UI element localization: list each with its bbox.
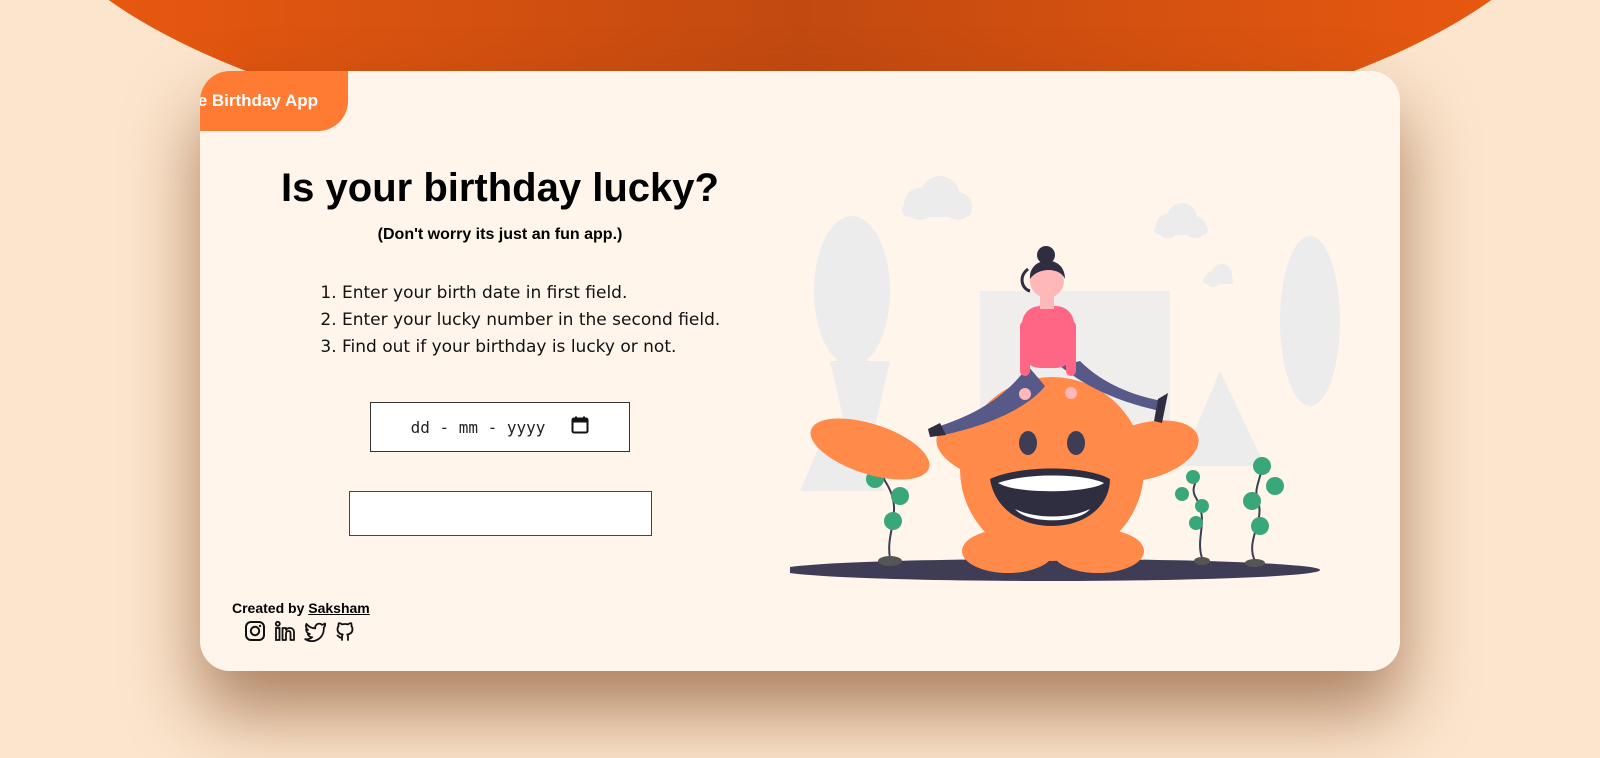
author-link[interactable]: Saksham [308,600,369,616]
lucky-number-input[interactable] [349,491,652,536]
credit-line: Created by Saksham [232,600,370,616]
instagram-icon[interactable] [244,620,266,642]
instruction-item: Find out if your birthday is lucky or no… [342,334,720,361]
linkedin-icon[interactable] [274,620,296,642]
instructions-list: Enter your birth date in first field. En… [318,280,720,361]
social-links [244,620,356,642]
date-placeholder: dd - mm - yyyy [410,417,546,437]
github-icon[interactable] [334,620,356,642]
birth-date-input[interactable]: dd - mm - yyyy [370,402,630,452]
app-card: Fate Birthday App Is your birthday lucky… [200,71,1400,671]
page-title: Is your birthday lucky? [281,166,719,210]
birthday-illustration [780,161,1350,606]
form-panel: Is your birthday lucky? (Don't worry its… [200,71,800,671]
page-subtitle: (Don't worry its just an fun app.) [377,226,623,243]
twitter-icon[interactable] [304,620,326,642]
instruction-item: Enter your birth date in first field. [342,280,720,307]
calendar-icon[interactable] [571,416,589,439]
instruction-item: Enter your lucky number in the second fi… [342,307,720,334]
credit-label: Created by [232,600,305,616]
